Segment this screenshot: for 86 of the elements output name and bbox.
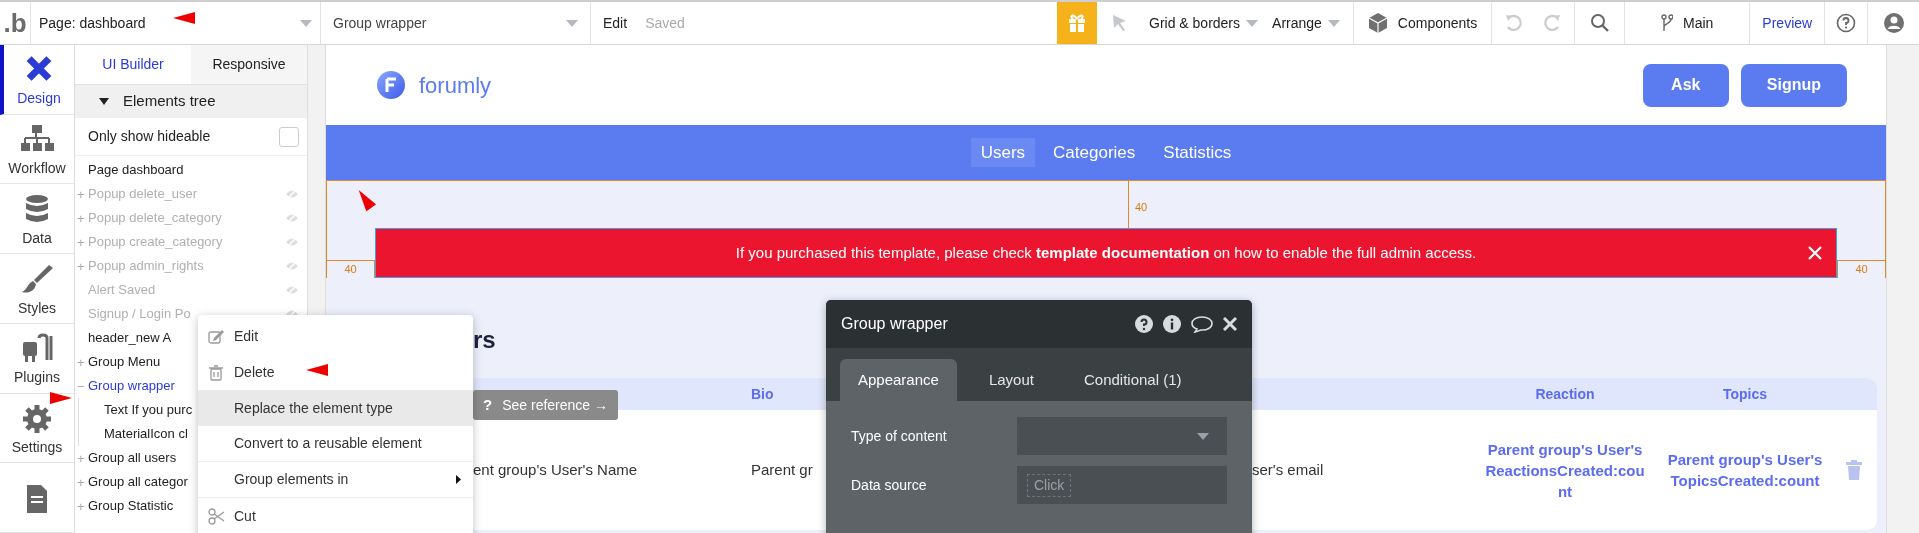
branch-button[interactable]: Main: [1624, 2, 1750, 44]
panel-title: Group wrapper: [841, 314, 948, 334]
brand-name: forumly: [419, 71, 492, 100]
header-button[interactable]: Ask: [1642, 63, 1729, 107]
panel-tab[interactable]: Layout: [970, 359, 1052, 401]
tree-item[interactable]: header_new A: [88, 328, 172, 348]
pointer-arrow-icon: [306, 364, 328, 376]
panel-tab[interactable]: Conditional (1): [1065, 359, 1200, 401]
sidebar-tab[interactable]: Data: [0, 184, 74, 255]
tree-item[interactable]: Group Statistic: [88, 496, 174, 516]
caret-icon: [1246, 19, 1259, 27]
panel-tab[interactable]: Appearance: [840, 359, 957, 401]
menu-dropdown[interactable]: Arrange: [1265, 2, 1347, 44]
tree-item[interactable]: Group all categor: [88, 472, 188, 492]
pencil-icon: [208, 327, 225, 345]
hidden-eye-icon: [285, 213, 299, 223]
table-cell-text: Parent group's User's TopicsCreated:count: [1666, 450, 1824, 491]
pointer-arrow-icon: [173, 12, 195, 24]
help-icon[interactable]: [1135, 315, 1153, 333]
menu-item[interactable]: Delete: [198, 354, 473, 390]
table-cell-text: Parent gr: [751, 459, 813, 480]
column-header: Topics: [1721, 384, 1769, 404]
nav-link[interactable]: Categories: [1043, 137, 1146, 168]
nav-link[interactable]: Statistics: [1153, 137, 1242, 168]
tree-item[interactable]: Group Menu: [88, 352, 161, 372]
hidden-eye-icon: [285, 285, 299, 295]
hidden-eye-icon: [285, 261, 299, 271]
caret-icon: [300, 19, 312, 27]
tree-item[interactable]: Text If you purc: [104, 400, 193, 420]
info-icon[interactable]: [1163, 315, 1181, 333]
column-header: Bio: [751, 384, 775, 404]
menu-item[interactable]: Convert to a reusable element: [198, 426, 473, 462]
trash-icon: [208, 363, 225, 381]
save-status: Saved: [645, 13, 685, 33]
scrollbar[interactable]: [1886, 45, 1919, 533]
menu-item[interactable]: Group elements in: [198, 462, 473, 498]
sidebar-tab[interactable]: Plugins: [0, 323, 74, 394]
header-button[interactable]: Signup: [1740, 63, 1847, 107]
sidebar-tab[interactable]: Styles: [0, 254, 74, 324]
filter-label: Only show hideable: [88, 127, 211, 146]
tree-item[interactable]: Page dashboard: [88, 160, 184, 180]
table-cell-text: ent group's User's Name: [473, 459, 638, 480]
question-mark: ?: [483, 394, 493, 415]
tree-item[interactable]: MaterialIcon cl: [104, 424, 188, 444]
element-dropdown[interactable]: Group wrapper: [320, 2, 590, 44]
edit-button[interactable]: Edit: [603, 12, 628, 34]
guide-label: 40: [1135, 200, 1148, 215]
section-title: rs: [473, 326, 496, 353]
logo-icon: [377, 71, 405, 99]
avatar-icon[interactable]: [1882, 12, 1905, 34]
sidebar-tab[interactable]: Workflow: [0, 114, 74, 185]
gift-icon: [1067, 13, 1087, 33]
section-header[interactable]: Elements tree: [75, 85, 307, 118]
preview-link[interactable]: Preview: [1749, 2, 1825, 44]
table-cell-text: Parent group's User's ReactionsCreated:count: [1484, 439, 1646, 502]
caret-icon: [566, 19, 578, 27]
branch-icon: [1661, 14, 1674, 32]
cube-icon: [1367, 12, 1388, 34]
logo: .b: [2, 6, 28, 40]
menu-item[interactable]: Edit: [198, 318, 473, 354]
menu-item[interactable]: Replace the element type: [198, 390, 473, 426]
tree-item[interactable]: Group wrapper: [88, 376, 175, 396]
panel-tab[interactable]: Responsive: [191, 45, 307, 84]
triangle-icon: [99, 98, 109, 105]
help-icon[interactable]: [1836, 13, 1857, 33]
caret-icon: [1197, 432, 1209, 440]
close-icon[interactable]: [1223, 317, 1237, 331]
menu-dropdown[interactable]: Grid & borders: [1142, 2, 1266, 44]
table-cell-text: ser's email: [1252, 459, 1324, 480]
tree-item[interactable]: Group all users: [88, 448, 177, 468]
pointer-arrow-icon: [50, 392, 72, 404]
caret-icon: [1327, 19, 1340, 27]
components-button[interactable]: Components: [1352, 2, 1492, 44]
submenu-arrow-icon: [456, 475, 461, 484]
checkbox[interactable]: [279, 126, 299, 147]
field-label: Type of content: [851, 426, 947, 446]
dropdown-field[interactable]: [1017, 417, 1227, 455]
scissors-icon: [208, 507, 225, 525]
column-header: Reaction: [1534, 384, 1596, 404]
hidden-eye-icon: [285, 189, 299, 199]
comment-icon[interactable]: [1191, 315, 1213, 333]
banner-text: If you purchased this template, please check template documentation on how to enable the full admin access.: [735, 242, 1477, 263]
hidden-eye-icon: [285, 237, 299, 247]
search-icon[interactable]: [1589, 13, 1610, 33]
menu-item[interactable]: Cut: [198, 498, 473, 533]
field-label: Data source: [851, 475, 927, 495]
